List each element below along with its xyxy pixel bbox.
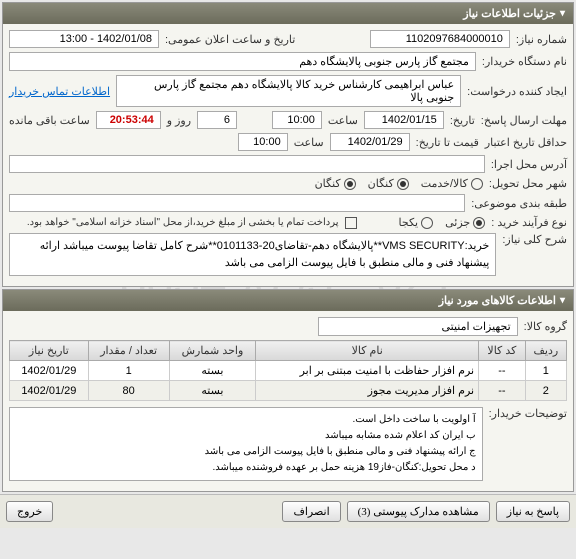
radio-partial-label: جزئی [445, 216, 470, 229]
buyer-value: مجتمع گاز پارس جنوبی پالایشگاه دهم [9, 52, 476, 71]
exit-button[interactable]: خروج [6, 501, 53, 522]
panel2-title: اطلاعات کالاهای مورد نیاز [439, 294, 556, 307]
panel2-header[interactable]: اطلاعات کالاهای مورد نیاز [3, 290, 573, 311]
category-value [9, 194, 465, 212]
group-label: گروه کالا: [524, 320, 567, 333]
panel-items: اطلاعات کالاهای مورد نیاز گروه کالا: تجه… [2, 289, 574, 492]
th-name[interactable]: نام کالا [256, 341, 479, 361]
th-code[interactable]: کد کالا [479, 341, 526, 361]
delivery-city-label: شهر محل تحویل: [489, 177, 567, 190]
cell-idx: 2 [525, 381, 566, 401]
cell-code: -- [479, 361, 526, 381]
announce-value: 1402/01/08 - 13:00 [9, 30, 159, 48]
panel1-title: جزئیات اطلاعات نیاز [463, 7, 556, 20]
radio-service[interactable] [471, 178, 483, 190]
validity-date: 1402/01/29 [330, 133, 410, 151]
radio-service-label: کالا/خدمت [421, 177, 468, 190]
exec-addr-value [9, 155, 485, 173]
reply-button[interactable]: پاسخ به نیاز [496, 501, 570, 522]
th-unit[interactable]: واحد شمارش [169, 341, 256, 361]
panel1-header[interactable]: جزئیات اطلاعات نیاز [3, 3, 573, 24]
radio-partial[interactable] [473, 217, 485, 229]
treasury-checkbox[interactable] [345, 217, 357, 229]
cell-code: -- [479, 381, 526, 401]
cell-idx: 1 [525, 361, 566, 381]
th-date[interactable]: تاریخ نیاز [10, 341, 89, 361]
deadline-label: مهلت ارسال پاسخ: [481, 114, 567, 127]
delivery-radio-group: کالا/خدمت کنگان کنگان [315, 177, 483, 190]
group-value: تجهیزات امنیتی [318, 317, 518, 336]
remain-suffix: ساعت باقی مانده [9, 114, 90, 127]
deadline-time-label: ساعت [328, 114, 358, 127]
cell-date: 1402/01/29 [10, 361, 89, 381]
exec-addr-label: آدرس محل اجرا: [491, 158, 567, 171]
radio-kangan2[interactable] [344, 178, 356, 190]
validity-time-label: ساعت [294, 136, 324, 149]
radio-total[interactable] [421, 217, 433, 229]
cell-date: 1402/01/29 [10, 381, 89, 401]
requester-value: عباس ابراهیمی کارشناس خرید کالا پالایشگا… [116, 75, 461, 107]
category-label: طبقه بندی موضوعی: [471, 197, 567, 210]
attachments-button[interactable]: مشاهده مدارک پیوستی (3) [347, 501, 490, 522]
table-row[interactable]: 1 -- نرم افزار حفاظت با امنیت مبتنی بر ا… [10, 361, 567, 381]
items-table: ردیف کد کالا نام کالا واحد شمارش تعداد /… [9, 340, 567, 401]
desc-label: شرح کلی نیاز: [502, 233, 567, 246]
note-line: آ اولویت با ساخت داخل است. [16, 412, 476, 428]
buy-type-radio-group: جزئی یکجا [399, 216, 486, 229]
requester-label: ایجاد کننده درخواست: [467, 85, 567, 98]
radio-kangan1[interactable] [397, 178, 409, 190]
table-row[interactable]: 2 -- نرم افزار مدیریت مجوز بسته 80 1402/… [10, 381, 567, 401]
notes-label: توضیحات خریدار: [489, 407, 567, 420]
remain-days-label: روز و [167, 114, 191, 127]
note-line: ج ارائه پیشنهاد فنی و مالی منطبق با فایل… [16, 444, 476, 460]
th-row[interactable]: ردیف [525, 341, 566, 361]
announce-label: تاریخ و ساعت اعلان عمومی: [165, 33, 295, 46]
radio-kangan2-label: کنگان [315, 177, 341, 190]
deadline-label2: تاریخ: [450, 114, 475, 127]
need-no-label: شماره نیاز: [516, 33, 567, 46]
validity-label: حداقل تاریخ اعتبار [485, 136, 567, 149]
remain-days: 6 [197, 111, 237, 129]
validity-time: 10:00 [238, 133, 288, 151]
cell-qty: 80 [88, 381, 169, 401]
buyer-label: نام دستگاه خریدار: [482, 55, 567, 68]
contact-link[interactable]: اطلاعات تماس خریدار [9, 85, 110, 98]
deadline-time: 10:00 [272, 111, 322, 129]
validity-label2: قیمت تا تاریخ: [416, 136, 479, 149]
remain-time: 20:53:44 [96, 111, 161, 129]
radio-total-label: یکجا [399, 216, 419, 229]
buy-type-label: نوع فرآیند خرید : [491, 216, 567, 229]
radio-kangan1-label: کنگان [368, 177, 394, 190]
deadline-date: 1402/01/15 [364, 111, 444, 129]
cell-name: نرم افزار مدیریت مجوز [256, 381, 479, 401]
payment-note: پرداخت تمام یا بخشی از مبلغ خرید،از محل … [27, 217, 339, 228]
cell-unit: بسته [169, 381, 256, 401]
footer-bar: پاسخ به نیاز مشاهده مدارک پیوستی (3) انص… [0, 494, 576, 528]
th-qty[interactable]: تعداد / مقدار [88, 341, 169, 361]
notes-box: آ اولویت با ساخت داخل است. ب ایران کد اع… [9, 407, 483, 481]
decline-button[interactable]: انصراف [282, 501, 340, 522]
cell-name: نرم افزار حفاظت با امنیت مبتنی بر ابر [256, 361, 479, 381]
need-no-value: 1102097684000010 [370, 30, 510, 48]
cell-qty: 1 [88, 361, 169, 381]
cell-unit: بسته [169, 361, 256, 381]
note-line: ب ایران کد اعلام شده مشابه میباشد [16, 428, 476, 444]
desc-text: خرید:VMS SECURITY**پالایشگاه دهم-تقاضای2… [9, 233, 496, 276]
panel-need-details: جزئیات اطلاعات نیاز شماره نیاز: 11020976… [2, 2, 574, 287]
note-line: د محل تحویل:کنگان-فاز19 هزینه حمل بر عهد… [16, 460, 476, 476]
